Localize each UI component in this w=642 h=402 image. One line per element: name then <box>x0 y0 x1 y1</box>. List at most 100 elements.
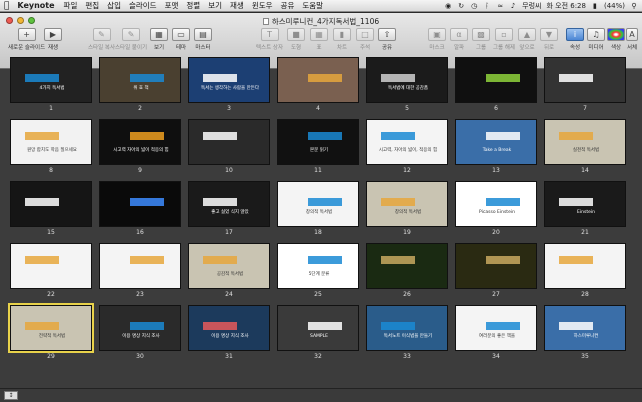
slide-accent-band <box>130 256 164 264</box>
menu-format[interactable]: 포맷 <box>165 0 179 11</box>
send-back-button[interactable]: ▼ 뒤로 <box>540 28 558 51</box>
mask-button[interactable]: ▣ 마스크 <box>428 28 446 51</box>
apple-menu-icon[interactable]:  <box>4 1 9 11</box>
new-slide-button[interactable]: + 새로운 슬라이드 <box>8 28 45 51</box>
colors-button[interactable]: 색상 <box>607 28 625 51</box>
slide-thumbnail[interactable]: 공감적 독서법 <box>188 243 270 289</box>
share-button[interactable]: ⇧ 공유 <box>378 28 396 51</box>
slide-thumbnail[interactable]: Picasso Einstein <box>455 181 537 227</box>
inspector-button[interactable]: i 속성 <box>566 28 584 51</box>
slide-thumbnail[interactable]: 좋고 싫었 식지 않았 <box>188 181 270 227</box>
slide-thumbnail[interactable] <box>99 181 181 227</box>
slide-thumbnail[interactable]: 창의적 독서법 <box>366 181 448 227</box>
slide-number: 28 <box>581 291 589 298</box>
slide-number: 6 <box>494 105 498 112</box>
slide-thumbnail[interactable]: 독서노트 이식법을 만들기 <box>366 305 448 351</box>
menu-share[interactable]: 공유 <box>281 0 295 11</box>
view-button[interactable]: ▦ 보기 <box>150 28 168 51</box>
slide-thumbnail[interactable] <box>366 243 448 289</box>
menu-clock[interactable]: 화 오전 6:28 <box>546 1 586 11</box>
slide-accent-band <box>203 256 237 264</box>
slide-number: 29 <box>47 353 55 360</box>
volume-icon[interactable]: ♪ <box>509 2 517 10</box>
screen-recorder-icon[interactable]: ◉ <box>444 2 452 10</box>
view-icon: ▦ <box>150 28 168 41</box>
zoom-control-icon[interactable]: ↕ <box>4 391 18 400</box>
fonts-button[interactable]: A 서체 <box>626 28 638 51</box>
slide-thumbnail[interactable]: Take a Break <box>455 119 537 165</box>
bluetooth-icon[interactable]: ᛛ <box>483 2 491 10</box>
slide-text: 4가지 독서법 <box>39 86 65 91</box>
slide-thumbnail[interactable] <box>188 119 270 165</box>
slide-number: 31 <box>225 353 233 360</box>
slide-accent-band <box>308 322 342 330</box>
slide-thumbnail[interactable]: 창의적 독서법 <box>277 181 359 227</box>
table-button[interactable]: ▦ 표 <box>310 28 328 51</box>
menu-play[interactable]: 재생 <box>230 0 244 11</box>
slide-thumbnail[interactable]: SAMPLE <box>277 305 359 351</box>
slide-thumbnail[interactable]: 이용 명상 지식 조사 <box>188 305 270 351</box>
slide-thumbnail[interactable]: 이용 명상 지식 조사 <box>99 305 181 351</box>
slide-thumbnail[interactable] <box>455 57 537 103</box>
slide-thumbnail[interactable]: 시고력 자아의 넓이 적응의 힘 <box>99 119 181 165</box>
comment-button[interactable]: □ 주석 <box>356 28 374 51</box>
slide-thumbnail[interactable]: 실천적 독서법 <box>544 119 626 165</box>
group-icon: ▩ <box>472 28 490 41</box>
master-button[interactable]: ▤ 마스터 <box>194 28 212 51</box>
menu-edit[interactable]: 편집 <box>85 0 99 11</box>
alpha-button[interactable]: α 알파 <box>450 28 468 51</box>
user-name[interactable]: 무렁씨 <box>522 1 541 11</box>
menu-arrange[interactable]: 정렬 <box>186 0 200 11</box>
menu-view[interactable]: 보기 <box>208 0 222 11</box>
slide-thumbnail[interactable] <box>10 181 92 227</box>
slide-thumbnail[interactable]: 원망 합치도 학음 질으세요 <box>10 119 92 165</box>
group-button[interactable]: ▩ 그룹 <box>472 28 490 51</box>
slide-number: 1 <box>49 105 53 112</box>
slide-thumbnail[interactable]: 전략적 독서법 <box>8 303 94 353</box>
copy-style-button[interactable]: ✎ 스타일 복사 <box>88 28 115 51</box>
fonts-icon: A <box>626 28 638 41</box>
slide-thumbnail[interactable]: Einstein <box>544 181 626 227</box>
slide-thumbnail[interactable]: 위 효 척 <box>99 57 181 103</box>
slide-thumbnail[interactable]: 독서는 생각하는 사람을 만든다 <box>188 57 270 103</box>
menu-file[interactable]: 파일 <box>64 0 78 11</box>
slide-thumbnail[interactable] <box>277 57 359 103</box>
slide-thumbnail[interactable] <box>455 243 537 289</box>
play-button[interactable]: ▶ 재생 <box>44 28 62 51</box>
slide-thumbnail[interactable] <box>544 243 626 289</box>
spotlight-search-icon[interactable]: ⚲ <box>630 2 638 10</box>
slide-thumbnail[interactable]: 본문 읽기 <box>277 119 359 165</box>
slide-number: 16 <box>136 229 144 236</box>
chart-button[interactable]: ▮ 차트 <box>333 28 351 51</box>
slide-thumbnail[interactable] <box>99 243 181 289</box>
slide-thumbnail[interactable]: 하스미루니컨 <box>544 305 626 351</box>
slide-thumbnail[interactable]: 독서법에 대한 공감품 <box>366 57 448 103</box>
media-button[interactable]: ♫ 미디어 <box>587 28 605 51</box>
theme-button[interactable]: ▭ 테마 <box>172 28 190 51</box>
slide-thumbnail[interactable]: 5단계 분류 <box>277 243 359 289</box>
slide-thumbnail[interactable]: 시고력, 자아의 넓이, 적응의 힘 <box>366 119 448 165</box>
sync-icon[interactable]: ↻ <box>457 2 465 10</box>
paste-style-button[interactable]: ✎ 스타일 붙이기 <box>115 28 147 51</box>
ungroup-button[interactable]: ▫ 그룹 해제 <box>493 28 515 51</box>
shape-button[interactable]: ■ 도형 <box>287 28 305 51</box>
menu-slide[interactable]: 슬라이드 <box>129 0 157 11</box>
menu-insert[interactable]: 삽입 <box>107 0 121 11</box>
slide-thumbnail[interactable] <box>544 57 626 103</box>
battery-icon[interactable]: ▮ <box>591 2 599 10</box>
menu-window[interactable]: 윈도우 <box>252 0 273 11</box>
bring-front-button[interactable]: ▲ 앞으로 <box>518 28 536 51</box>
battery-percent: (44%) <box>603 2 625 10</box>
slide-thumbnail[interactable]: 4가지 독서법 <box>10 57 92 103</box>
slide-accent-band <box>308 198 342 206</box>
time-machine-icon[interactable]: ◷ <box>470 2 478 10</box>
textbox-button[interactable]: T 텍스트 상자 <box>256 28 283 51</box>
slide-text: Take a Break <box>482 148 512 153</box>
menu-app-name[interactable]: Keynote <box>17 1 54 10</box>
slide-thumbnail[interactable] <box>10 243 92 289</box>
slide-accent-band <box>486 198 520 206</box>
slide-thumbnail[interactable]: 여러분의 좋은 책을 <box>455 305 537 351</box>
slide-number: 27 <box>492 291 500 298</box>
menu-help[interactable]: 도움말 <box>302 0 323 11</box>
wifi-icon[interactable]: ≈ <box>496 2 504 10</box>
